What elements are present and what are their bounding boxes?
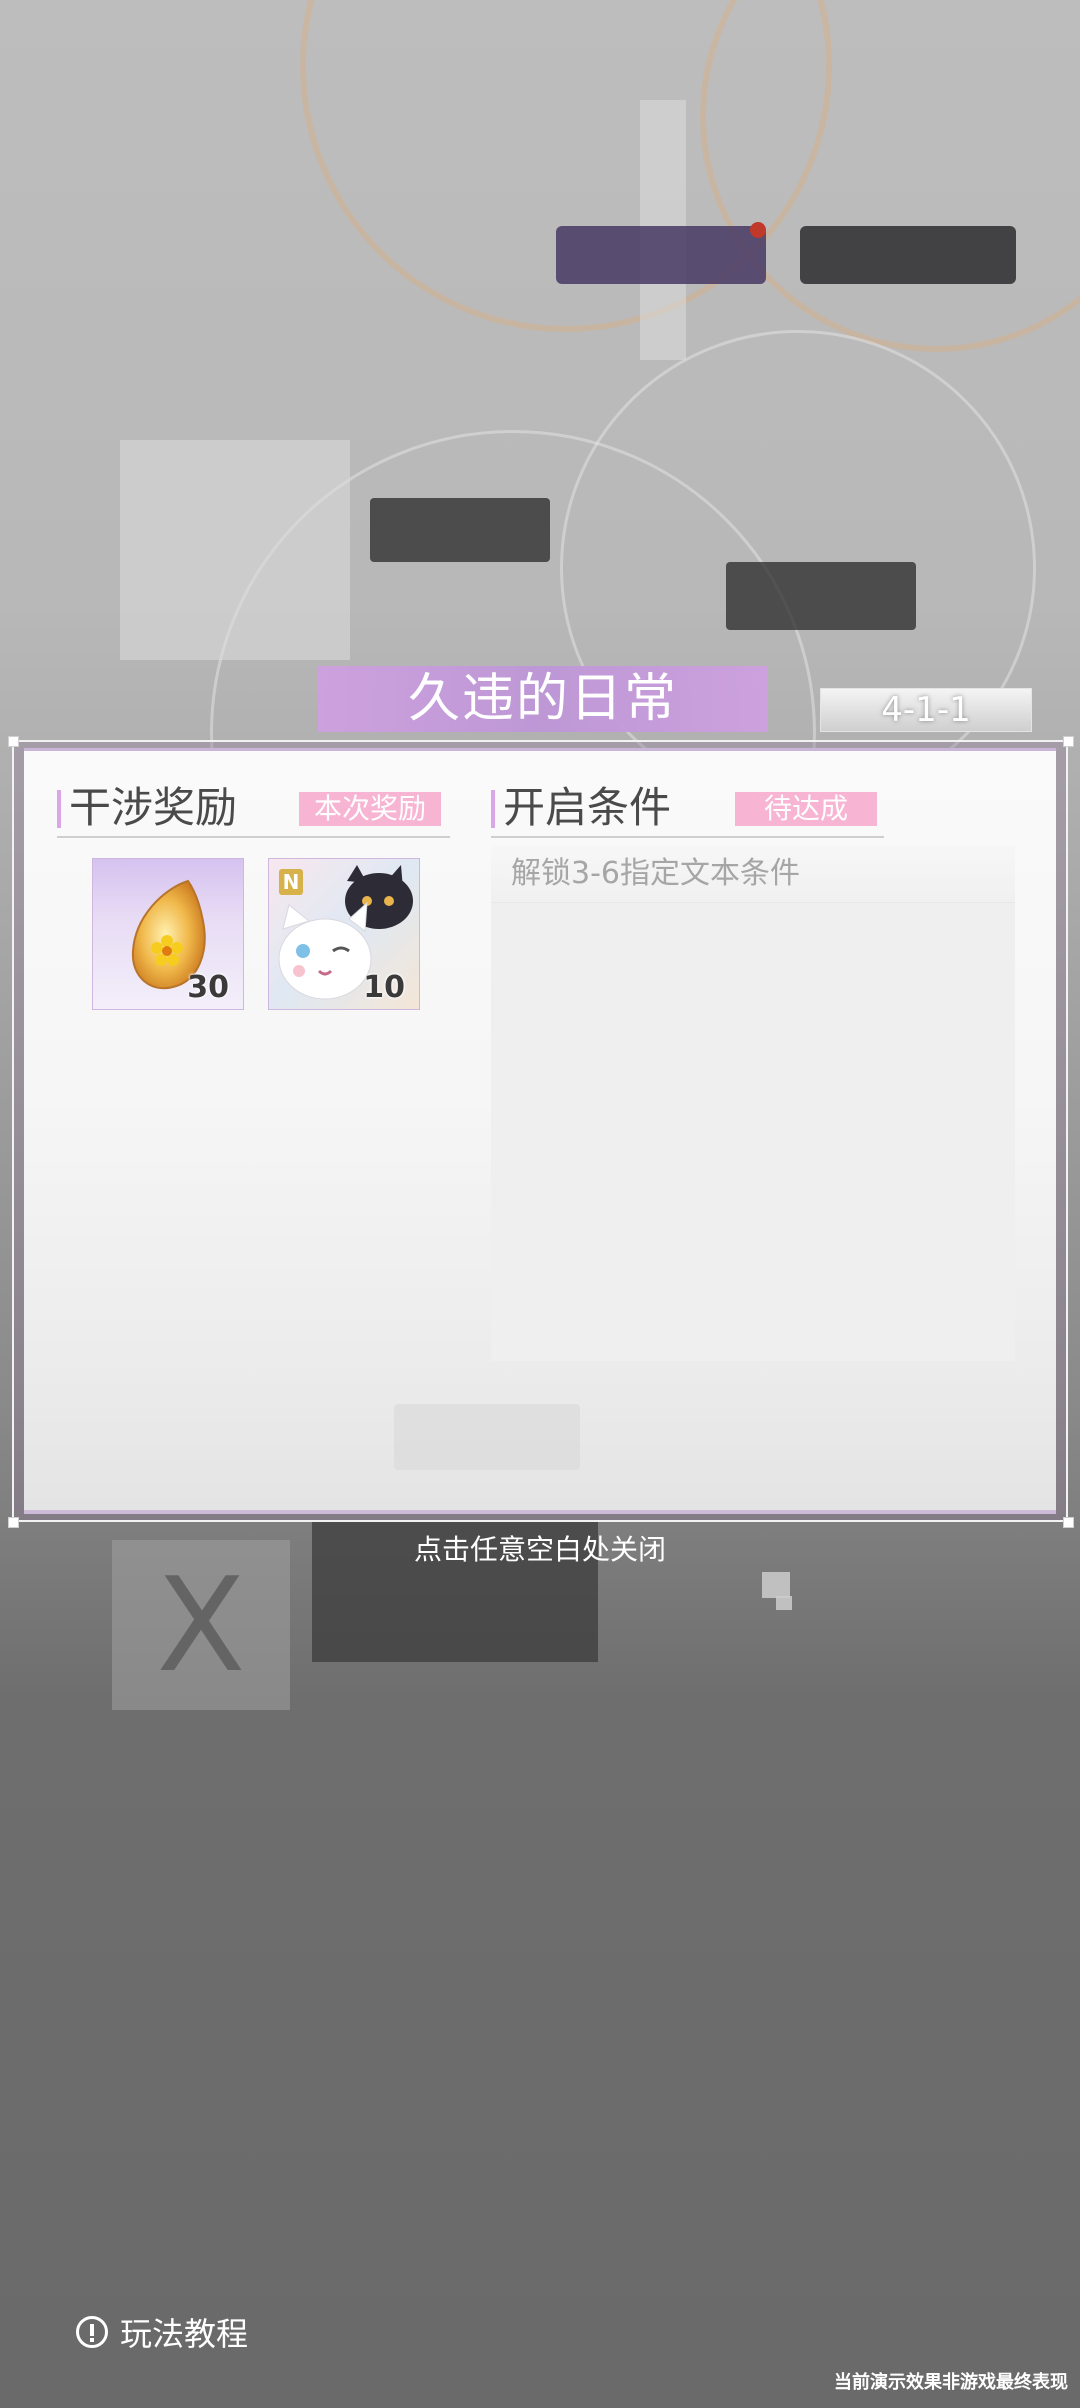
background-panel (370, 498, 550, 562)
rewards-section-tag: 本次奖励 (299, 792, 441, 826)
frame-corner (8, 736, 19, 747)
section-accent-bar (57, 790, 61, 828)
background-square (762, 1572, 790, 1598)
background-poster (120, 440, 350, 660)
close-hint: 点击任意空白处关闭 (413, 1533, 666, 1566)
background-menu-pill (556, 226, 766, 284)
reward-item[interactable]: N 10 (268, 858, 420, 1010)
reward-count: 10 (363, 970, 405, 1005)
stage-title: 久违的日常 (318, 666, 768, 732)
exclamation-circle-icon (76, 2316, 108, 2348)
frame-corner (8, 1517, 19, 1528)
section-accent-bar (491, 790, 495, 828)
rewards-section-title: 干涉奖励 (69, 783, 238, 832)
stage-code-badge: 4-1-1 (820, 688, 1032, 732)
condition-item: 解锁3-6指定文本条件 (491, 845, 1015, 903)
frame-corner (1063, 1517, 1074, 1528)
frame-corner (1063, 736, 1074, 747)
reward-count: 30 (187, 970, 229, 1005)
conditions-section-tag: 待达成 (735, 792, 877, 826)
conditions-section-header: 开启条件 待达成 (491, 782, 884, 838)
rarity-badge: N (279, 869, 303, 895)
background-square (776, 1596, 792, 1610)
tutorial-button[interactable]: 玩法教程 (76, 2310, 248, 2354)
conditions-section-title: 开启条件 (503, 783, 672, 832)
start-button[interactable] (394, 1404, 580, 1470)
reward-item[interactable]: 30 (92, 858, 244, 1010)
tutorial-label: 玩法教程 (120, 2315, 249, 2353)
demo-disclaimer: 当前演示效果非游戏最终表现 (834, 2372, 1068, 2393)
rewards-section-header: 干涉奖励 本次奖励 (57, 782, 450, 838)
notification-dot (750, 222, 766, 238)
background-panel (726, 562, 916, 630)
conditions-list: 解锁3-6指定文本条件 (491, 845, 1015, 1361)
background-wire-decoration (700, 0, 1080, 352)
background-menu-pill (800, 226, 1016, 284)
